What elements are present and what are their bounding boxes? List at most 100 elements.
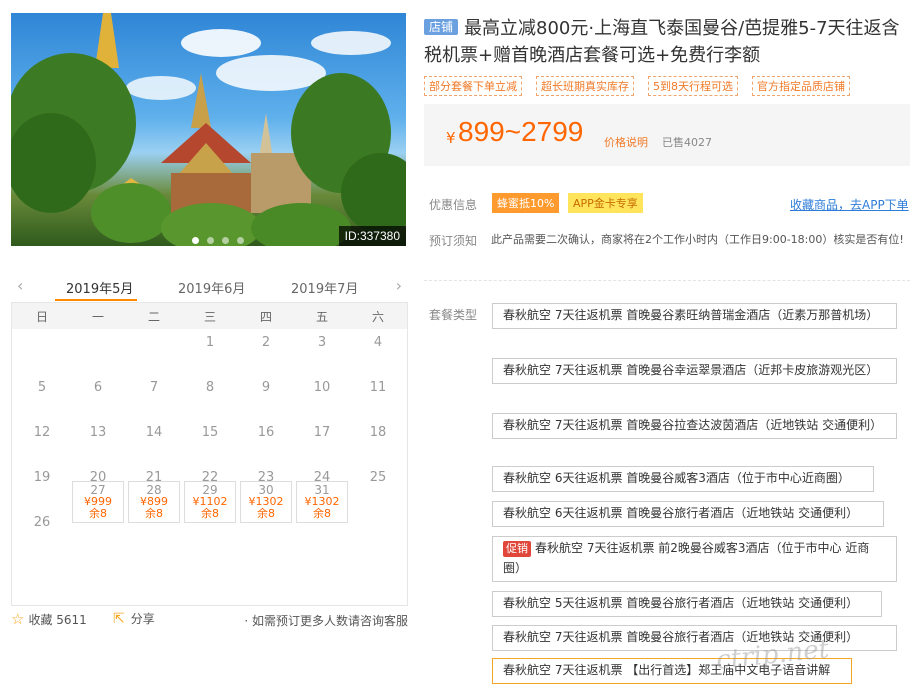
feature-tag: 超长班期真实库存 — [536, 76, 634, 96]
carousel-dot[interactable] — [222, 237, 229, 244]
package-option[interactable]: 春秋航空 7天往返机票 首晚曼谷拉查达波茵酒店（近地铁站 交通便利） — [492, 413, 897, 439]
weekday-label: 六 — [371, 310, 384, 324]
price-box: ¥ 899~2799 价格说明 已售4027 — [424, 104, 910, 166]
package-text: 春秋航空 7天往返机票 首晚曼谷拉查达波茵酒店（近地铁站 交通便利） — [503, 418, 883, 432]
action-bar: ☆ 收藏 5611 ⇱ 分享 · 如需预订更多人数请咨询客服 — [11, 610, 408, 630]
package-option[interactable]: 促销 春秋航空 7天往返机票 前2晚曼谷威客3酒店（位于市中心 近商圈） — [492, 536, 897, 582]
calendar-grid: 日一二三四五六 1 2 3 4 5 6 7 8 9 10 11 12 13 14 15 16 17 18 19 20 2… — [11, 302, 408, 606]
product-hero-image[interactable]: ID:337380 — [11, 13, 406, 246]
calendar-month-tabs: ‹ 2019年5月 2019年6月 2019年7月 › — [11, 268, 408, 302]
package-option[interactable]: 春秋航空 6天往返机票 首晚曼谷威客3酒店（位于市中心近商圈） — [492, 466, 874, 492]
divider — [424, 280, 910, 281]
carousel-dot[interactable] — [192, 237, 199, 244]
price-note-link[interactable]: 价格说明 — [604, 134, 648, 150]
product-title: 店铺 最高立减800元·上海直飞泰国曼谷/芭提雅5-7天往返含税机票+赠首晚酒店套… — [424, 15, 904, 69]
calendar-day: 15 — [201, 425, 219, 440]
calendar-day: 26 — [33, 515, 51, 530]
shop-badge[interactable]: 店铺 — [424, 19, 459, 35]
discount-label: 优惠信息 — [429, 198, 478, 212]
sold-count: 已售4027 — [662, 136, 712, 149]
calendar-day: 18 — [369, 425, 387, 440]
month-tab[interactable]: 2019年7月 — [291, 278, 358, 297]
calendar-day: 10 — [313, 380, 331, 395]
package-option[interactable]: 春秋航空 7天往返机票 首晚曼谷素旺纳普瑞金酒店（近素万那普机场） — [492, 303, 897, 329]
active-month-indicator — [55, 299, 137, 301]
package-option[interactable]: 春秋航空 7天往返机票 首晚曼谷幸运翠景酒店（近邦卡皮旅游观光区） — [492, 358, 897, 384]
date-calendar: ‹ 2019年5月 2019年6月 2019年7月 › 日一二三四五六 1234… — [11, 268, 408, 606]
weekday-label: 五 — [315, 310, 328, 324]
consult-note: · 如需预订更多人数请咨询客服 — [244, 614, 408, 628]
day-stock: 余8 — [201, 507, 219, 520]
share-label: 分享 — [130, 612, 155, 626]
calendar-day: 13 — [89, 425, 107, 440]
weekday-label: 一 — [91, 310, 104, 324]
package-option[interactable]: 春秋航空 6天往返机票 首晚曼谷旅行者酒店（近地铁站 交通便利） — [492, 501, 884, 527]
feature-tag: 5到8天行程可选 — [648, 76, 738, 96]
image-id-label: ID:337380 — [338, 226, 406, 246]
day-stock: 余8 — [89, 507, 107, 520]
calendar-day: 8 — [205, 380, 215, 395]
favorite-button[interactable]: ☆ 收藏 5611 — [11, 610, 87, 628]
day-stock: 余8 — [313, 507, 331, 520]
calendar-day: 3 — [317, 335, 327, 350]
calendar-day: 12 — [33, 425, 51, 440]
package-text: 春秋航空 6天往返机票 首晚曼谷旅行者酒店（近地铁站 交通便利） — [503, 506, 859, 520]
calendar-day: 17 — [313, 425, 331, 440]
calendar-day-available[interactable]: 28 ¥899 余8 — [128, 481, 180, 523]
star-icon: ☆ — [11, 610, 25, 628]
product-title-text: 最高立减800元·上海直飞泰国曼谷/芭提雅5-7天往返含税机票+赠首晚酒店套餐可… — [424, 18, 900, 66]
go-to-app-link[interactable]: 收藏商品，去APP下单 — [790, 196, 909, 213]
package-text: 春秋航空 7天往返机票 【出行首选】郑王庙中文电子语音讲解 — [503, 663, 831, 677]
feature-tag: 官方指定品质店铺 — [752, 76, 850, 96]
package-text: 春秋航空 6天往返机票 首晚曼谷威客3酒店（位于市中心近商圈） — [503, 471, 850, 485]
prev-month-arrow-icon[interactable]: ‹ — [17, 276, 23, 295]
calendar-day: 5 — [37, 380, 47, 395]
weekday-label: 三 — [203, 310, 216, 324]
calendar-day: 4 — [373, 335, 383, 350]
carousel-dots[interactable] — [192, 237, 244, 244]
carousel-dot[interactable] — [237, 237, 244, 244]
feature-tags: 部分套餐下单立减 超长班期真实库存 5到8天行程可选 官方指定品质店铺 — [424, 76, 850, 96]
package-text: 春秋航空 7天往返机票 首晚曼谷素旺纳普瑞金酒店（近素万那普机场） — [503, 308, 879, 322]
calendar-day: 14 — [145, 425, 163, 440]
calendar-day: 2 — [261, 335, 271, 350]
package-option[interactable]: 春秋航空 5天往返机票 首晚曼谷旅行者酒店（近地铁站 交通便利） — [492, 591, 882, 617]
calendar-day-available[interactable]: 30 ¥1302 余8 — [240, 481, 292, 523]
weekday-label: 日 — [35, 310, 48, 324]
calendar-day: 9 — [261, 380, 271, 395]
price-range: 899~2799 — [458, 116, 584, 147]
calendar-day-available[interactable]: 27 ¥999 余8 — [72, 481, 124, 523]
next-month-arrow-icon[interactable]: › — [396, 276, 402, 295]
feature-tag: 部分套餐下单立减 — [424, 76, 522, 96]
month-tab[interactable]: 2019年6月 — [178, 278, 245, 297]
package-text: 春秋航空 7天往返机票 首晚曼谷幸运翠景酒店（近邦卡皮旅游观光区） — [503, 363, 879, 377]
calendar-day: 7 — [149, 380, 159, 395]
calendar-day: 1 — [205, 335, 215, 350]
package-option[interactable]: 春秋航空 7天往返机票 【出行首选】郑王庙中文电子语音讲解 — [492, 658, 852, 684]
share-button[interactable]: ⇱ 分享 — [113, 610, 155, 627]
day-stock: 余8 — [257, 507, 275, 520]
carousel-dot[interactable] — [207, 237, 214, 244]
weekday-label: 二 — [147, 310, 160, 324]
package-text: 春秋航空 5天往返机票 首晚曼谷旅行者酒店（近地铁站 交通便利） — [503, 596, 859, 610]
booking-notice-label: 预订须知 — [429, 234, 478, 248]
package-type-label: 套餐类型 — [429, 308, 478, 322]
temple-photo — [11, 13, 406, 246]
sale-badge: 促销 — [503, 541, 531, 557]
favorite-label: 收藏 5611 — [28, 613, 87, 627]
month-tab[interactable]: 2019年5月 — [66, 278, 133, 297]
promo-badge: APP金卡专享 — [568, 193, 643, 213]
day-stock: 余8 — [145, 507, 163, 520]
weekday-header: 日一二三四五六 — [12, 303, 407, 329]
calendar-day-available[interactable]: 31 ¥1302 余8 — [296, 481, 348, 523]
package-text: 春秋航空 7天往返机票 前2晚曼谷威客3酒店（位于市中心 近商圈） — [503, 541, 870, 575]
promo-badge: 蜂蜜抵10% — [492, 193, 560, 213]
booking-notice-text: 此产品需要二次确认，商家将在2个工作小时内（工作日9:00-18:00）核实是否… — [491, 233, 904, 246]
calendar-day-available[interactable]: 29 ¥1102 余8 — [184, 481, 236, 523]
share-icon: ⇱ — [113, 611, 125, 627]
calendar-day: 25 — [369, 470, 387, 485]
package-option[interactable]: 春秋航空 7天往返机票 首晚曼谷旅行者酒店（近地铁站 交通便利） — [492, 625, 897, 651]
calendar-day: 16 — [257, 425, 275, 440]
calendar-day: 11 — [369, 380, 387, 395]
weekday-label: 四 — [259, 310, 272, 324]
